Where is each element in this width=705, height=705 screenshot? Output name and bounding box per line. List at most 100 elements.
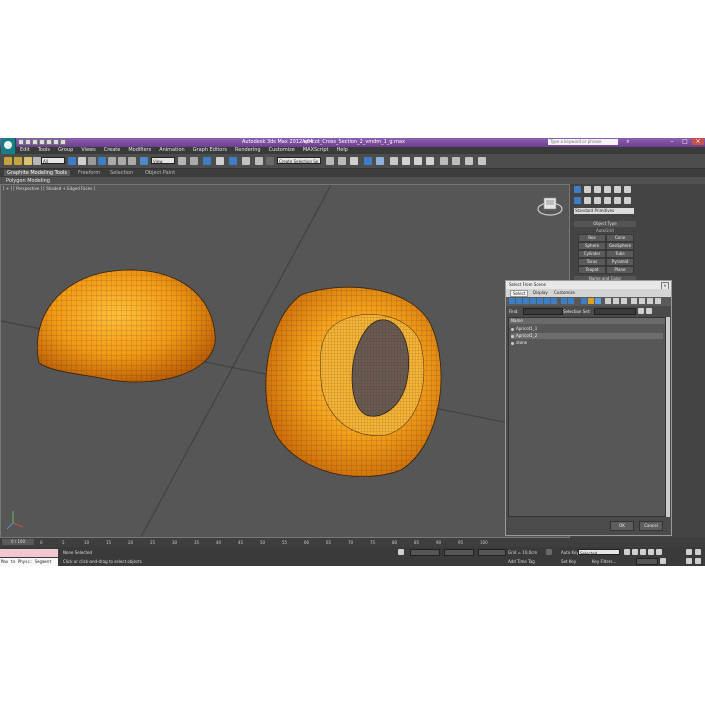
mirror-tool-icon[interactable] bbox=[326, 157, 334, 165]
close-button[interactable]: × bbox=[692, 138, 704, 145]
maxscript-listener-input[interactable] bbox=[0, 549, 58, 557]
move-icon[interactable] bbox=[108, 157, 116, 165]
window-crossing-icon[interactable] bbox=[98, 157, 106, 165]
auto-key-button[interactable]: Auto Key bbox=[561, 550, 579, 555]
rectangle-region-icon[interactable] bbox=[88, 157, 96, 165]
hierarchy-tab-icon[interactable] bbox=[594, 186, 601, 193]
maximize-button[interactable]: □ bbox=[679, 138, 691, 145]
list-scrollbar[interactable] bbox=[666, 317, 670, 517]
list-item[interactable]: Apricot1_2 bbox=[511, 333, 663, 339]
select-object-icon[interactable] bbox=[68, 157, 76, 165]
menu-views[interactable]: Views bbox=[81, 147, 95, 154]
cancel-button[interactable]: Cancel bbox=[639, 521, 663, 531]
selection-set-add-icon[interactable] bbox=[646, 308, 652, 314]
activeshade-icon[interactable] bbox=[465, 157, 473, 165]
set-key-button[interactable]: Set Key bbox=[561, 559, 576, 564]
mirror-icon[interactable] bbox=[266, 157, 274, 165]
utilities-tab-icon[interactable] bbox=[624, 186, 631, 193]
display-tab-icon[interactable] bbox=[614, 186, 621, 193]
filter-icon[interactable] bbox=[655, 298, 661, 304]
rotate-icon[interactable] bbox=[118, 157, 126, 165]
geometry-icon[interactable] bbox=[574, 197, 581, 204]
link-icon[interactable] bbox=[24, 157, 32, 165]
object-type-rollout[interactable]: Object Type bbox=[574, 221, 636, 227]
menu-help[interactable]: Help bbox=[337, 147, 348, 154]
display-spacewarps-icon[interactable] bbox=[544, 298, 550, 304]
helpers-icon[interactable] bbox=[614, 197, 621, 204]
undo-icon[interactable] bbox=[4, 157, 12, 165]
dialog-tab-customize[interactable]: Customize bbox=[552, 290, 577, 295]
find-case-sensitive-icon[interactable] bbox=[647, 298, 653, 304]
motion-tab-icon[interactable] bbox=[604, 186, 611, 193]
redo-icon[interactable] bbox=[14, 157, 22, 165]
hold-icon[interactable] bbox=[53, 139, 59, 145]
select-dependents-icon[interactable] bbox=[639, 298, 645, 304]
menu-tools[interactable]: Tools bbox=[38, 147, 50, 154]
modify-tab-icon[interactable] bbox=[584, 186, 591, 193]
named-selection-dropdown[interactable]: Create Selection Se bbox=[277, 157, 321, 164]
material-editor-icon[interactable] bbox=[402, 157, 410, 165]
z-coordinate-field[interactable] bbox=[478, 549, 506, 556]
geosphere-button[interactable]: GeoSphere bbox=[606, 242, 634, 250]
select-and-manipulate-icon[interactable] bbox=[140, 157, 148, 165]
display-none-icon[interactable] bbox=[588, 298, 594, 304]
maxscript-output[interactable]: Max to Physc: Segment bbox=[0, 558, 58, 566]
apricot-cross-section-model[interactable] bbox=[265, 286, 442, 477]
name-column-header[interactable]: Name bbox=[509, 318, 665, 324]
tube-button[interactable]: Tube bbox=[606, 250, 634, 258]
cameras-icon[interactable] bbox=[604, 197, 611, 204]
list-item[interactable]: stone bbox=[511, 340, 663, 346]
dialog-tab-select[interactable]: Select bbox=[510, 290, 529, 297]
display-lights-icon[interactable] bbox=[523, 298, 529, 304]
display-xrefs-icon[interactable] bbox=[561, 298, 567, 304]
key-filters-button[interactable]: Key Filters... bbox=[592, 559, 616, 564]
percent-snap-icon[interactable] bbox=[229, 157, 237, 165]
add-time-tag-button[interactable]: Add Time Tag bbox=[508, 559, 535, 564]
menu-create[interactable]: Create bbox=[104, 147, 121, 154]
zoom-icon[interactable] bbox=[686, 549, 692, 555]
x-coordinate-field[interactable] bbox=[410, 549, 440, 556]
timeline-ruler[interactable]: 0 5 10 15 20 25 30 35 40 45 50 55 60 65 … bbox=[40, 538, 505, 547]
selection-set-dropdown[interactable] bbox=[594, 308, 636, 315]
display-all-icon[interactable] bbox=[581, 298, 587, 304]
orbit-icon[interactable] bbox=[695, 558, 701, 564]
dialog-tab-display[interactable]: Display bbox=[531, 290, 550, 295]
render-iterative-icon[interactable] bbox=[452, 157, 460, 165]
undo-icon[interactable] bbox=[39, 139, 45, 145]
pan-icon[interactable] bbox=[686, 558, 692, 564]
y-coordinate-field[interactable] bbox=[444, 549, 474, 556]
autogrid-checkbox[interactable]: AutoGrid bbox=[596, 228, 614, 233]
display-cameras-icon[interactable] bbox=[530, 298, 536, 304]
perspective-viewport[interactable]: [ + ] [ Perspective ] [ Shaded + Edged F… bbox=[0, 184, 570, 538]
shapes-icon[interactable] bbox=[584, 197, 591, 204]
apricot-whole-model[interactable] bbox=[36, 269, 216, 383]
pivot-icon[interactable] bbox=[178, 157, 186, 165]
display-geometry-icon[interactable] bbox=[509, 298, 515, 304]
select-all-icon[interactable] bbox=[605, 298, 611, 304]
tab-selection[interactable]: Selection bbox=[110, 170, 133, 176]
tab-freeform[interactable]: Freeform bbox=[78, 170, 100, 176]
snaps-toggle-icon[interactable] bbox=[203, 157, 211, 165]
tab-object-paint[interactable]: Object Paint bbox=[145, 170, 175, 176]
torus-button[interactable]: Torus bbox=[578, 258, 606, 266]
angle-snap-icon[interactable] bbox=[216, 157, 224, 165]
selection-filter-dropdown[interactable]: All bbox=[41, 157, 65, 164]
schematic-view-icon[interactable] bbox=[390, 157, 398, 165]
select-by-name-icon[interactable] bbox=[78, 157, 86, 165]
display-groups-icon[interactable] bbox=[551, 298, 557, 304]
menu-edit[interactable]: Edit bbox=[20, 147, 30, 154]
zoom-all-icon[interactable] bbox=[695, 549, 701, 555]
search-icon[interactable]: ⌕ bbox=[622, 138, 634, 145]
play-icon[interactable] bbox=[640, 549, 646, 555]
box-button[interactable]: Box bbox=[578, 234, 606, 242]
new-icon[interactable] bbox=[18, 139, 24, 145]
viewcube-icon[interactable] bbox=[537, 195, 563, 217]
lock-selection-icon[interactable] bbox=[398, 549, 404, 555]
select-invert-icon[interactable] bbox=[621, 298, 627, 304]
keyboard-shortcut-icon[interactable] bbox=[190, 157, 198, 165]
go-to-start-icon[interactable] bbox=[624, 549, 630, 555]
display-shapes-icon[interactable] bbox=[516, 298, 522, 304]
time-configuration-icon[interactable] bbox=[660, 558, 666, 564]
edit-named-selection-icon[interactable] bbox=[255, 157, 263, 165]
graphite-toggle-icon[interactable] bbox=[364, 157, 372, 165]
